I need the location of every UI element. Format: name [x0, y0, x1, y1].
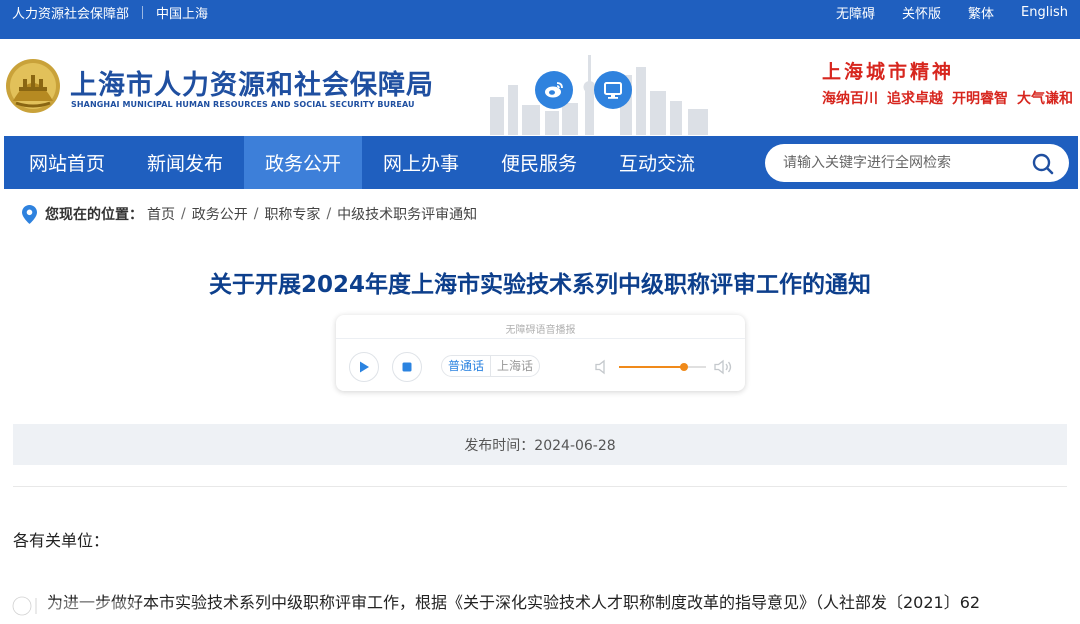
- breadcrumb-home[interactable]: 首页: [147, 204, 175, 224]
- volume-high-icon[interactable]: [714, 359, 734, 375]
- site-header: 上海市人力资源和社会保障局 SHANGHAI MUNICIPAL HUMAN R…: [0, 39, 1080, 135]
- nav-item-online-services[interactable]: 网上办事: [362, 136, 480, 189]
- nav-items: 网站首页 新闻发布 政务公开 网上办事 便民服务 互动交流: [8, 136, 716, 189]
- main-nav: 网站首页 新闻发布 政务公开 网上办事 便民服务 互动交流: [4, 136, 1078, 189]
- monitor-icon: [604, 82, 622, 99]
- org-name-cn[interactable]: 上海市人力资源和社会保障局: [70, 63, 434, 102]
- publish-date-bar: 发布时间：2024-06-28: [13, 424, 1067, 465]
- search-icon[interactable]: [1031, 152, 1055, 176]
- nav-item-interaction[interactable]: 互动交流: [598, 136, 716, 189]
- lang-shanghainese[interactable]: 上海话: [490, 356, 539, 376]
- search-input[interactable]: [783, 152, 1023, 174]
- publish-date: 发布时间：2024-06-28: [464, 437, 616, 454]
- top-bar-left: 人力资源社会保障部 中国上海: [12, 0, 208, 24]
- breadcrumb-separator: /: [181, 206, 186, 222]
- link-elderly-mode[interactable]: 关怀版: [902, 3, 941, 22]
- language-selector: 普通话 上海话: [441, 355, 541, 377]
- city-spirit-words: 海纳百川 追求卓越 开明睿智 大气谦和: [822, 88, 1073, 108]
- link-ministry[interactable]: 人力资源社会保障部: [12, 3, 129, 22]
- stop-icon: [402, 362, 412, 372]
- breadcrumb-current[interactable]: 中级技术职务评审通知: [337, 204, 477, 224]
- breadcrumb-label: 您现在的位置：: [45, 207, 143, 223]
- breadcrumb-title-experts[interactable]: 职称专家: [264, 204, 320, 224]
- top-bar-separator: [142, 5, 144, 19]
- spirit-word: 追求卓越: [887, 91, 943, 107]
- link-accessibility[interactable]: 无障碍: [836, 3, 875, 22]
- location-pin-icon: [22, 204, 37, 224]
- top-bar: 人力资源社会保障部 中国上海 无障碍 关怀版 繁体 English: [0, 0, 1080, 39]
- search-box: [765, 144, 1069, 182]
- link-china-shanghai[interactable]: 中国上海: [156, 3, 208, 22]
- breadcrumb-government-affairs[interactable]: 政务公开: [192, 204, 248, 224]
- nav-item-home[interactable]: 网站首页: [8, 136, 126, 189]
- player-title: 无障碍语音播报: [505, 325, 576, 336]
- top-bar-right: 无障碍 关怀版 繁体 English: [836, 0, 1068, 24]
- city-spirit-title: 上海城市精神: [822, 61, 955, 83]
- link-traditional-chinese[interactable]: 繁体: [968, 3, 994, 22]
- audio-player: 无障碍语音播报 普通话 上海话: [336, 315, 745, 391]
- stop-button[interactable]: [392, 352, 422, 382]
- desktop-button[interactable]: [594, 71, 632, 109]
- breadcrumb-separator: /: [253, 206, 259, 222]
- weibo-icon: [545, 82, 563, 98]
- article-paragraph: 为进一步做好本市实验技术系列中级职称评审工作，根据《关于深化实验技术人才职称制度…: [47, 593, 981, 612]
- volume-slider-fill: [619, 366, 684, 368]
- article-title: 关于开展2024年度上海市实验技术系列中级职称评审工作的通知: [208, 272, 871, 298]
- play-button[interactable]: [349, 352, 379, 382]
- nav-item-public-services[interactable]: 便民服务: [480, 136, 598, 189]
- watermark-logo: [12, 596, 138, 616]
- link-english[interactable]: English: [1021, 5, 1068, 20]
- bureau-emblem-icon[interactable]: [4, 57, 62, 115]
- org-name-en: SHANGHAI MUNICIPAL HUMAN RESOURCES AND S…: [71, 100, 415, 109]
- volume-slider-knob[interactable]: [680, 363, 688, 371]
- player-divider: [336, 338, 745, 339]
- breadcrumb-separator: /: [326, 206, 332, 222]
- spirit-word: 开明睿智: [952, 91, 1008, 107]
- lang-mandarin[interactable]: 普通话: [442, 356, 490, 376]
- spirit-word: 海纳百川: [822, 91, 878, 107]
- weibo-button[interactable]: [535, 71, 573, 109]
- content-divider: [13, 486, 1067, 487]
- spirit-word: 大气谦和: [1017, 91, 1073, 107]
- volume-low-icon[interactable]: [595, 359, 609, 375]
- volume-slider[interactable]: [619, 363, 706, 371]
- article-salutation: 各有关单位：: [13, 531, 110, 550]
- nav-item-government-affairs[interactable]: 政务公开: [244, 136, 362, 189]
- breadcrumb: 您现在的位置： 首页 / 政务公开 / 职称专家 / 中级技术职务评审通知: [22, 204, 477, 224]
- nav-item-news[interactable]: 新闻发布: [126, 136, 244, 189]
- play-icon: [360, 361, 369, 373]
